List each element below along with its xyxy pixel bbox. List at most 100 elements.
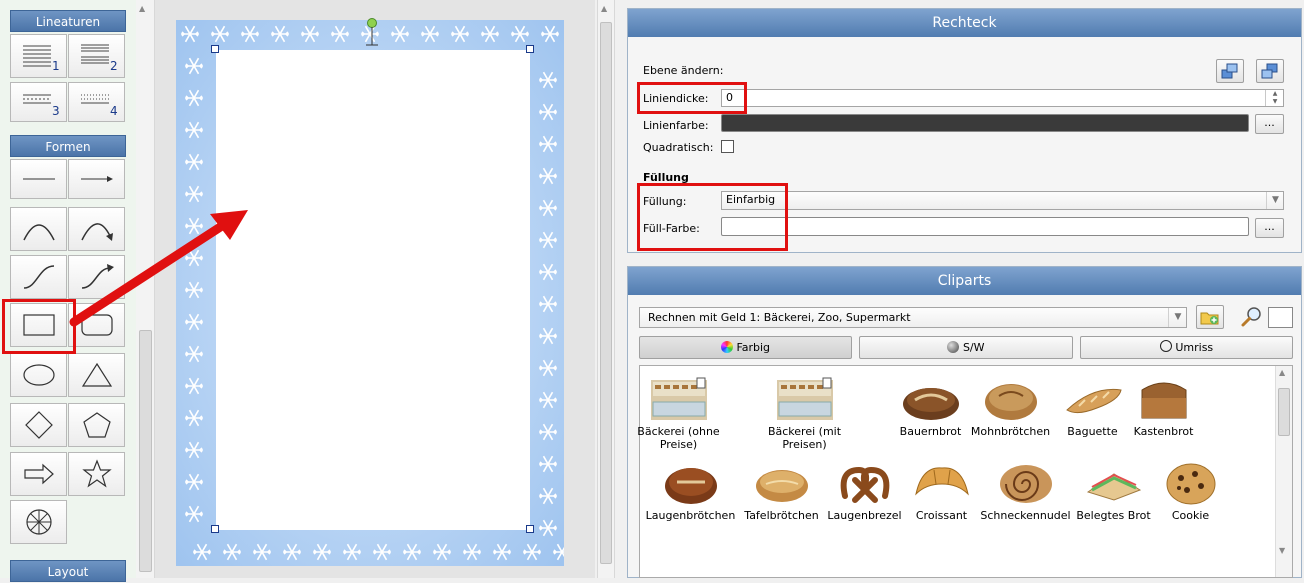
liniendicke-spinbox[interactable]: 0: [721, 89, 1284, 107]
pie-chart-icon: [25, 509, 52, 535]
section-formen-header[interactable]: Formen: [10, 135, 126, 157]
add-folder-button[interactable]: [1196, 305, 1224, 329]
bakery-shop-icon: [650, 377, 707, 420]
chevron-down-icon[interactable]: ▼: [1266, 192, 1284, 209]
resize-handle-top-right[interactable]: [526, 45, 534, 53]
ebene-label: Ebene ändern:: [643, 64, 724, 77]
search-input[interactable]: [1268, 307, 1293, 328]
outline-circle-icon: [1159, 340, 1172, 352]
pretzel-roll-icon: [664, 468, 717, 504]
tab-umriss-label: Umriss: [1175, 341, 1214, 354]
tab-farbig-label: Farbig: [736, 341, 771, 354]
tab-sw[interactable]: S/W: [859, 336, 1073, 359]
pretzel-icon: [840, 466, 889, 503]
fuellung-dropdown[interactable]: Einfarbig: [721, 191, 1284, 210]
color-wheel-icon: [720, 341, 733, 353]
rotate-handle[interactable]: [362, 16, 382, 48]
lineatur-1-number: 1: [52, 59, 59, 71]
pentagon-tool[interactable]: [68, 403, 125, 447]
arrow-line-tool[interactable]: [68, 159, 125, 199]
resize-handle-bottom-left[interactable]: [211, 525, 219, 533]
lineatur-3-number: 3: [52, 104, 59, 117]
scroll-down-arrow-icon[interactable]: ▼: [1279, 546, 1285, 555]
linienfarbe-color-swatch[interactable]: [721, 114, 1249, 132]
clipart-baeckerei-mit-preisen[interactable]: Bäckerei (mit Preisen): [752, 376, 857, 451]
resize-handle-top-left[interactable]: [211, 45, 219, 53]
ellipse-icon: [22, 364, 55, 386]
diamond-tool[interactable]: [10, 403, 67, 447]
curve-tool[interactable]: [10, 255, 67, 299]
clipart-baeckerei-ohne-preise[interactable]: Bäckerei (ohne Preise): [626, 376, 731, 451]
toolbox-scroll-thumb[interactable]: [139, 330, 152, 572]
scroll-up-arrow-icon[interactable]: ▲: [601, 4, 607, 13]
linienfarbe-browse-button[interactable]: ...: [1255, 114, 1284, 134]
search-icon[interactable]: [1240, 306, 1264, 328]
highlight-fuellung: [637, 183, 788, 251]
quadratisch-checkbox[interactable]: [721, 140, 734, 153]
lineatur-3-tool[interactable]: 3: [10, 82, 67, 122]
cliparts-panel-title: Cliparts: [628, 267, 1301, 295]
arc-tool[interactable]: [10, 207, 67, 251]
canvas-scrollbar[interactable]: ▲: [597, 0, 615, 578]
arc-icon: [22, 224, 55, 241]
resize-handle-bottom-right[interactable]: [526, 525, 534, 533]
lines-icon: 1: [22, 45, 59, 71]
lineatur-1-tool[interactable]: 1: [10, 34, 67, 78]
table-roll-icon: [755, 470, 808, 502]
farmer-bread-icon: [902, 388, 959, 420]
chevron-down-icon[interactable]: ▼: [1168, 308, 1187, 327]
star-icon: [81, 459, 112, 488]
grayscale-ball-icon: [947, 341, 960, 353]
lines-icon: 3: [22, 94, 59, 117]
block-arrow-tool[interactable]: [10, 452, 67, 496]
pie-tool[interactable]: [10, 500, 67, 544]
clipart-kastenbrot[interactable]: Kastenbrot: [1111, 376, 1216, 438]
send-backward-button[interactable]: [1256, 59, 1284, 83]
clipart-label: Bäckerei (ohne Preise): [637, 425, 720, 451]
ellipse-tool[interactable]: [10, 353, 67, 397]
lines-icon: 2: [80, 44, 117, 71]
tab-sw-label: S/W: [962, 341, 985, 354]
layer-up-icon: [1221, 63, 1238, 79]
gallery-scrollbar[interactable]: ▲ ▼: [1275, 366, 1292, 577]
star-tool[interactable]: [68, 452, 125, 496]
rechteck-panel-title: Rechteck: [628, 9, 1301, 37]
lineatur-2-tool[interactable]: 2: [68, 34, 125, 78]
highlight-liniendicke: [637, 82, 747, 114]
page-white-area[interactable]: [216, 50, 530, 530]
lineatur-4-tool[interactable]: 4: [68, 82, 125, 122]
lines-icon: 4: [80, 94, 117, 117]
tab-umriss[interactable]: Umriss: [1080, 336, 1293, 359]
bring-forward-button[interactable]: [1216, 59, 1244, 83]
linienfarbe-label: Linienfarbe:: [643, 119, 709, 132]
loaf-bread-icon: [1141, 382, 1186, 419]
tab-farbig[interactable]: Farbig: [639, 336, 852, 359]
section-lineaturen-header[interactable]: Lineaturen: [10, 10, 126, 32]
clipart-cookie[interactable]: Cookie: [1138, 460, 1243, 522]
fuellfarbe-browse-button[interactable]: ...: [1255, 218, 1284, 238]
clipart-label: Bäckerei (mit Preisen): [767, 425, 842, 451]
liniendicke-stepper[interactable]: ▲ ▼: [1265, 90, 1284, 106]
clipart-label: Cookie: [1171, 509, 1210, 522]
fuellfarbe-color-swatch[interactable]: [721, 217, 1249, 236]
line-tool[interactable]: [10, 159, 67, 199]
s-curve-icon: [23, 265, 54, 289]
scroll-up-arrow-icon[interactable]: ▲: [139, 4, 145, 13]
gallery-scroll-thumb[interactable]: [1278, 388, 1290, 436]
cinnamon-roll-icon: [999, 465, 1052, 503]
clipart-category-dropdown[interactable]: Rechnen mit Geld 1: Bäckerei, Zoo, Super…: [639, 307, 1187, 328]
line-icon: [22, 178, 55, 180]
section-layout-header[interactable]: Layout: [10, 560, 126, 582]
clipart-label: Laugenbrötchen: [645, 509, 736, 522]
triangle-icon: [81, 362, 112, 387]
clipart-laugenbroetchen[interactable]: Laugenbrötchen: [638, 460, 743, 522]
pentagon-icon: [82, 412, 111, 438]
triangle-tool[interactable]: [68, 353, 125, 397]
quadratisch-label: Quadratisch:: [643, 141, 714, 154]
canvas-scroll-thumb[interactable]: [600, 22, 612, 564]
arrow-line-icon: [80, 176, 113, 182]
croissant-icon: [914, 467, 969, 496]
scroll-up-arrow-icon[interactable]: ▲: [1279, 368, 1285, 377]
bakery-shop-prices-icon: [776, 377, 833, 420]
sandwich-icon: [1086, 473, 1141, 501]
